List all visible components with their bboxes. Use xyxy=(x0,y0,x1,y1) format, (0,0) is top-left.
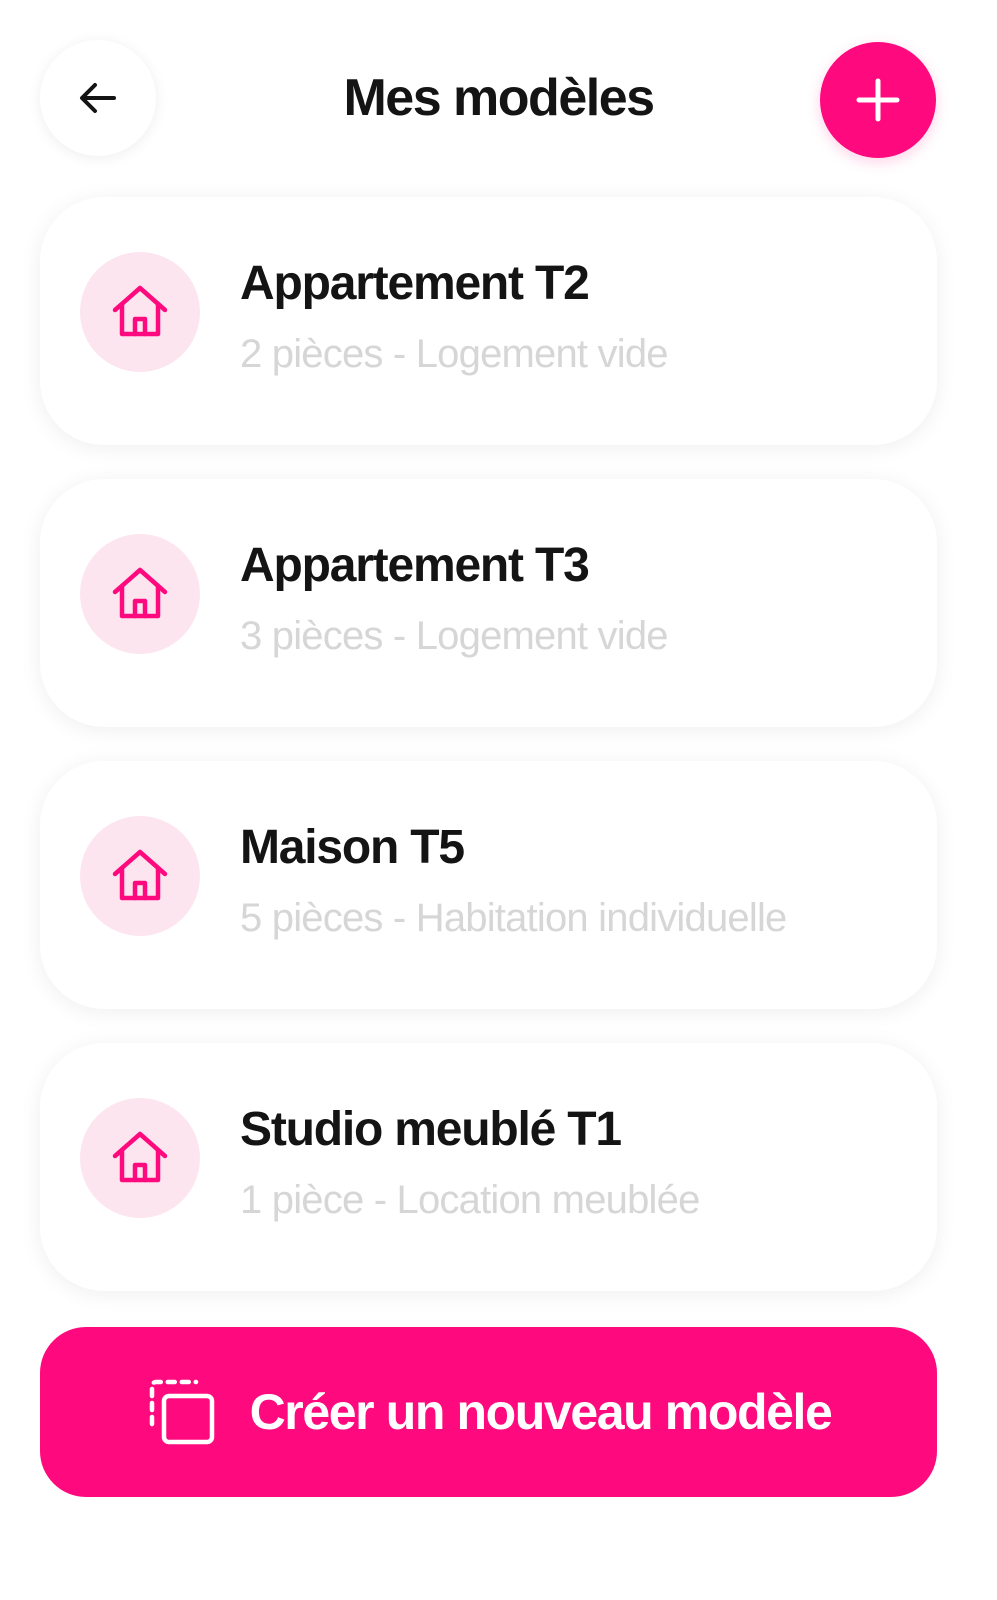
house-icon xyxy=(112,285,168,337)
model-list: Appartement T2 2 pièces - Logement vide … xyxy=(40,197,937,1325)
house-icon xyxy=(112,567,168,619)
model-title: Studio meublé T1 xyxy=(240,1103,622,1156)
create-model-label: Créer un nouveau modèle xyxy=(249,1384,833,1440)
model-title: Maison T5 xyxy=(240,821,465,874)
model-subtitle: 2 pièces - Logement vide xyxy=(240,332,669,376)
house-icon-badge xyxy=(80,534,200,654)
model-title: Appartement T2 xyxy=(240,257,590,310)
model-subtitle: 3 pièces - Logement vide xyxy=(240,614,669,658)
duplicate-icon xyxy=(149,1379,214,1445)
house-icon-badge xyxy=(80,1098,200,1218)
house-icon-badge xyxy=(80,252,200,372)
house-icon-badge xyxy=(80,816,200,936)
model-card-appartement-t2[interactable]: Appartement T2 2 pièces - Logement vide xyxy=(40,197,937,445)
model-subtitle: 1 pièce - Location meublée xyxy=(240,1178,700,1222)
house-icon xyxy=(112,1131,168,1183)
add-model-button[interactable] xyxy=(820,42,936,158)
model-card-studio-meuble-t1[interactable]: Studio meublé T1 1 pièce - Location meub… xyxy=(40,1043,937,1291)
model-card-appartement-t3[interactable]: Appartement T3 3 pièces - Logement vide xyxy=(40,479,937,727)
house-icon xyxy=(112,849,168,901)
model-subtitle: 5 pièces - Habitation individuelle xyxy=(240,896,787,940)
create-model-button[interactable]: Créer un nouveau modèle xyxy=(40,1327,937,1497)
header: Mes modèles xyxy=(0,0,997,200)
model-title: Appartement T3 xyxy=(240,539,590,592)
model-card-maison-t5[interactable]: Maison T5 5 pièces - Habitation individu… xyxy=(40,761,937,1009)
plus-icon xyxy=(856,78,900,122)
